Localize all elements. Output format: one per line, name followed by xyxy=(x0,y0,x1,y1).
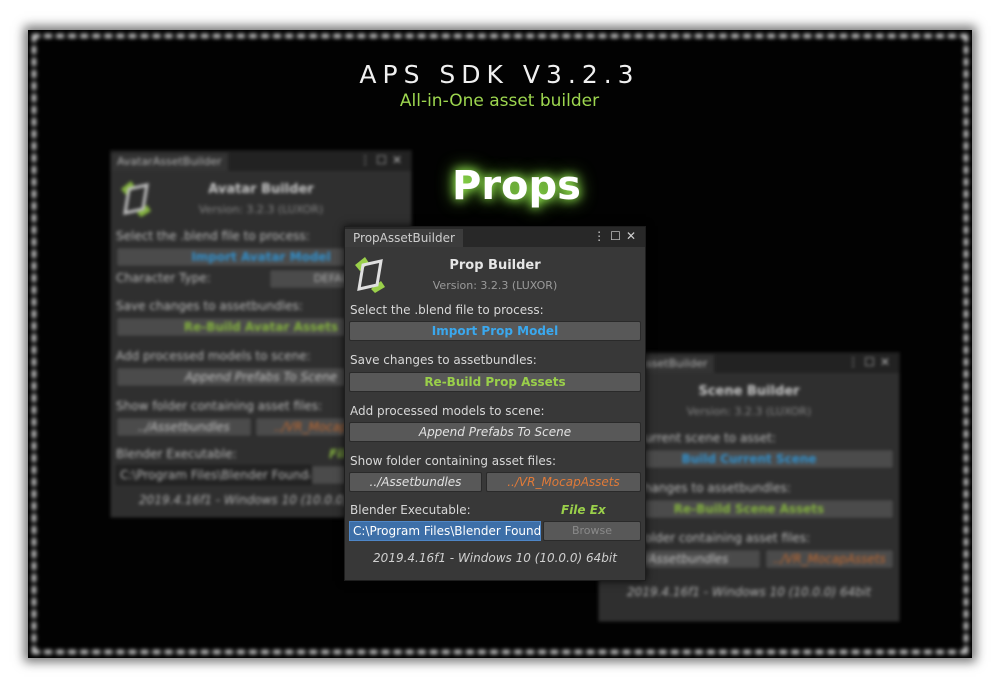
rebuild-scene-button[interactable]: Re-Build Scene Assets xyxy=(604,499,894,519)
character-type-label: Character Type: xyxy=(116,271,211,285)
blender-exe-label: Blender Executable: xyxy=(350,503,471,517)
mocap-assets-button[interactable]: ../VR_MocapAssets xyxy=(765,549,894,569)
menu-icon[interactable]: ⋮ xyxy=(359,153,376,167)
unity-version-footer: 2019.4.16f1 - Windows 10 (10.0.0) 64bit xyxy=(627,585,871,599)
rebuild-prop-button[interactable]: Re-Build Prop Assets xyxy=(349,372,641,392)
tab-avatar-asset-builder[interactable]: AvatarAssetBuilder xyxy=(111,153,228,171)
append-prefabs-button[interactable]: Append Prefabs To Scene xyxy=(349,422,641,442)
menu-icon[interactable]: ⋮ xyxy=(593,229,610,243)
file-exists-label: File Ex xyxy=(561,503,606,517)
import-prop-button[interactable]: Import Prop Model xyxy=(349,321,641,341)
close-icon[interactable]: ✕ xyxy=(626,229,641,243)
window-title: Avatar Builder xyxy=(208,182,314,197)
version-label: Version: 3.2.3 (LUXOR) xyxy=(432,279,558,292)
select-blend-label: Select the .blend file to process: xyxy=(350,303,544,317)
show-folder-label: Show folder containing asset files: xyxy=(350,454,557,468)
unity-version-footer: 2019.4.16f1 - Windows 10 (10.0.0) 64bit xyxy=(373,551,617,565)
window-controls: ⋮☐✕ xyxy=(359,153,407,167)
save-changes-label: Save changes to assetbundles: xyxy=(350,353,537,367)
build-current-scene-button[interactable]: Build Current Scene xyxy=(604,449,894,469)
tab-bar: PropAssetBuilder ⋮☐✕ xyxy=(345,227,645,247)
builder-header: Prop Builder Version: 3.2.3 (LUXOR) xyxy=(345,247,645,303)
add-to-scene-label: Add processed models to scene: xyxy=(350,404,545,418)
show-folder-label: Show folder containing asset files: xyxy=(116,399,323,413)
close-icon[interactable]: ✕ xyxy=(392,153,407,167)
blender-exe-label: Blender Executable: xyxy=(116,447,237,461)
prop-builder-window: PropAssetBuilder ⋮☐✕ Prop Builder Versio… xyxy=(344,226,646,581)
window-title: Prop Builder xyxy=(449,258,541,273)
blender-path-field[interactable]: C:\Program Files\Blender Foundation xyxy=(349,521,541,541)
window-controls: ⋮☐✕ xyxy=(847,355,895,369)
assetbundles-button[interactable]: ../Assetbundles xyxy=(116,417,252,437)
builder-header: Avatar Builder Version: 3.2.3 (LUXOR) xyxy=(111,171,411,227)
version-label: Version: 3.2.3 (LUXOR) xyxy=(198,203,324,216)
tab-prop-asset-builder[interactable]: PropAssetBuilder xyxy=(345,229,463,247)
mocap-assets-button[interactable]: ../VR_MocapAssets xyxy=(486,472,641,492)
tab-bar: AvatarAssetBuilder ⋮☐✕ xyxy=(111,151,411,171)
save-changes-label: Save changes to assetbundles: xyxy=(116,299,303,313)
maximize-icon[interactable]: ☐ xyxy=(864,355,880,369)
assetbundles-button[interactable]: ../Assetbundles xyxy=(349,472,482,492)
feature-heading: Props xyxy=(452,163,581,209)
sdk-subtitle: All-in-One asset builder xyxy=(399,91,600,111)
select-blend-label: Select the .blend file to process: xyxy=(116,229,310,243)
maximize-icon[interactable]: ☐ xyxy=(376,153,392,167)
close-icon[interactable]: ✕ xyxy=(880,355,895,369)
browse-button[interactable]: Browse xyxy=(543,521,641,541)
add-to-scene-label: Add processed models to scene: xyxy=(116,349,311,363)
menu-icon[interactable]: ⋮ xyxy=(847,355,864,369)
maximize-icon[interactable]: ☐ xyxy=(610,229,626,243)
sdk-title: APS SDK V3.2.3 xyxy=(359,60,640,89)
blender-path-field[interactable]: C:\Program Files\Blender Foundation xyxy=(116,465,311,485)
window-controls: ⋮☐✕ xyxy=(593,229,641,243)
